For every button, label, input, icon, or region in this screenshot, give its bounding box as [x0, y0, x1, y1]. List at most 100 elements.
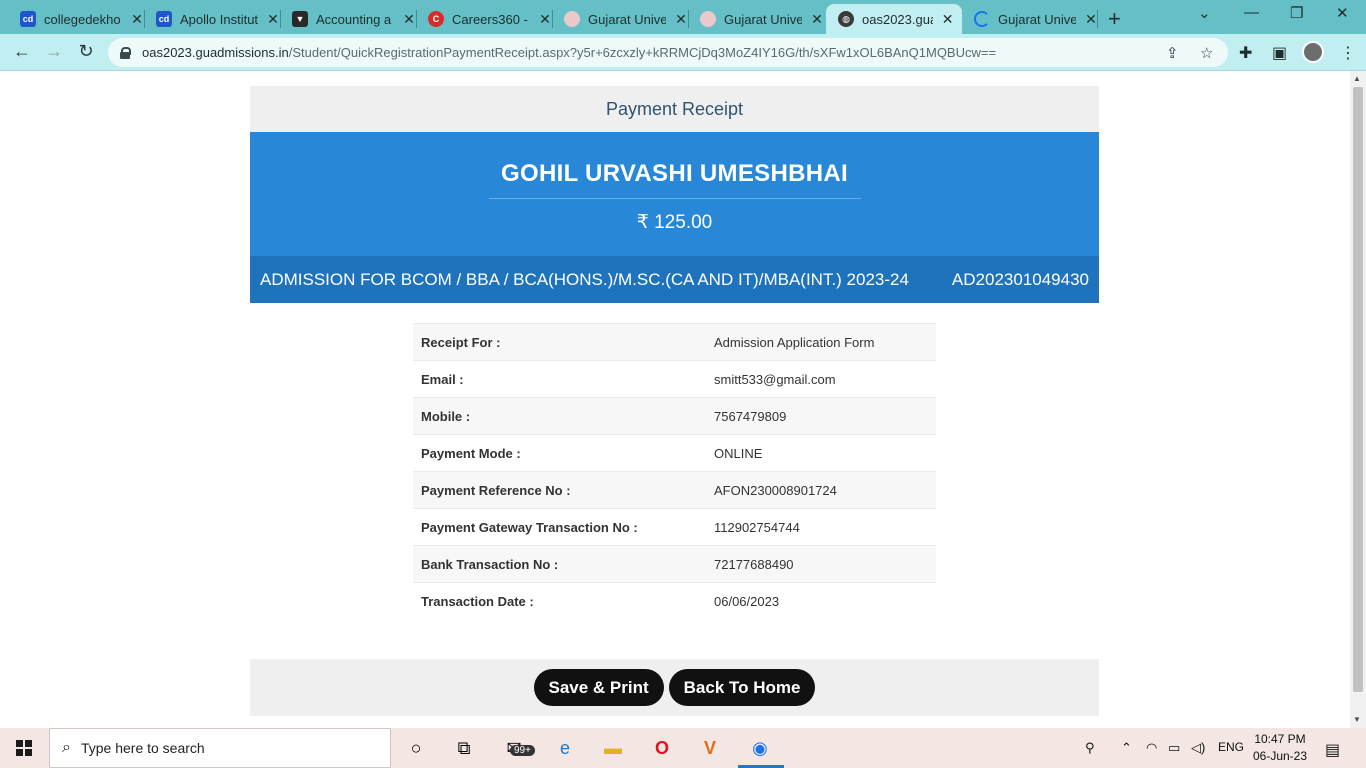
row-label: Receipt For :: [413, 323, 706, 361]
tab-divider: [1097, 10, 1098, 28]
vivaldi-icon[interactable]: V: [698, 736, 722, 760]
tab-oas2023-active[interactable]: ◍ oas2023.guad ✕: [826, 4, 962, 34]
table-row: Mobile :7567479809: [413, 397, 936, 435]
lock-icon[interactable]: [120, 47, 131, 59]
close-tab-icon[interactable]: ✕: [810, 11, 824, 28]
back-arrow-icon[interactable]: ←: [11, 41, 33, 62]
volume-icon[interactable]: ◁): [1191, 740, 1205, 756]
tab-collegedekho[interactable]: cd collegedekho ✕: [8, 4, 152, 34]
edge-browser-icon[interactable]: e: [553, 736, 577, 760]
chrome-icon[interactable]: ◉: [748, 736, 772, 760]
profile-avatar[interactable]: [1302, 41, 1324, 63]
side-panel-icon[interactable]: ▣: [1272, 43, 1287, 63]
student-summary-panel: GOHIL URVASHI UMESHBHAI ₹ 125.00: [250, 132, 1099, 256]
people-icon[interactable]: ⚲: [1085, 740, 1095, 756]
payment-receipt-card: Payment Receipt GOHIL URVASHI UMESHBHAI …: [250, 86, 1099, 303]
tab-apollo-institute[interactable]: cd Apollo Institute ✕: [144, 4, 288, 34]
table-row: Payment Mode : ONLINE: [413, 434, 936, 472]
restore-icon[interactable]: ❐: [1290, 4, 1303, 22]
receipt-heading: Payment Receipt: [250, 86, 1099, 132]
close-tab-icon[interactable]: ✕: [538, 11, 552, 28]
clock-date: 06-Jun-23: [1252, 749, 1308, 763]
close-tab-icon[interactable]: ✕: [941, 11, 954, 28]
tab-title: Careers360 -: [452, 11, 528, 27]
table-row: Transaction Date :06/06/2023: [413, 582, 936, 620]
table-row: Receipt For : Admission Application Form: [413, 323, 936, 361]
row-label: Payment Reference No :: [413, 471, 706, 509]
cortana-circle-icon[interactable]: ○: [404, 736, 428, 760]
close-tab-icon[interactable]: ✕: [674, 11, 688, 28]
tab-title: Accounting a: [316, 11, 392, 27]
receipt-actions: Save & Print Back To Home: [250, 659, 1099, 716]
file-explorer-icon[interactable]: ▬: [601, 736, 625, 760]
browser-tab-strip: cd collegedekho ✕ cd Apollo Institute ✕ …: [0, 0, 1366, 34]
scroll-up-arrow-icon[interactable]: ▲: [1353, 74, 1361, 83]
tab-title: oas2023.guad: [862, 11, 933, 27]
scrollbar-thumb[interactable]: [1353, 87, 1363, 692]
search-icon: ⌕: [62, 739, 71, 756]
system-clock[interactable]: 10:47 PM 06-Jun-23: [1252, 731, 1308, 765]
tab-gujarat-university-1[interactable]: Gujarat Unive ✕: [552, 4, 696, 34]
search-placeholder: Type here to search: [80, 740, 205, 756]
close-window-icon[interactable]: ✕: [1336, 4, 1349, 22]
close-tab-icon[interactable]: ✕: [266, 11, 280, 28]
seal-icon: [700, 11, 716, 27]
row-value: Admission Application Form: [706, 323, 936, 361]
new-tab-icon[interactable]: +: [1108, 6, 1121, 32]
row-value: 06/06/2023: [706, 582, 936, 620]
tab-title: collegedekho: [44, 11, 121, 27]
minimize-icon[interactable]: —: [1244, 4, 1259, 21]
globe-icon: ◍: [838, 11, 854, 27]
close-tab-icon[interactable]: ✕: [130, 11, 144, 28]
url-text[interactable]: oas2023.guadmissions.in/Student/QuickReg…: [142, 45, 996, 60]
extensions-puzzle-icon[interactable]: ✚: [1239, 43, 1252, 63]
row-value: smitt533@gmail.com: [706, 360, 936, 398]
careers-icon: C: [428, 11, 444, 27]
scroll-down-arrow-icon[interactable]: ▼: [1353, 715, 1361, 724]
browser-toolbar: ← → ↻ oas2023.guadmissions.in/Student/Qu…: [0, 34, 1366, 71]
windows-taskbar: ⌕ Type here to search ○ ⧉ ✉ e ▬ O V ◉ ⚲ …: [0, 728, 1366, 768]
table-row: Payment Gateway Transaction No :11290275…: [413, 508, 936, 546]
tab-gujarat-university-loading[interactable]: Gujarat Unive ✕: [962, 4, 1106, 34]
address-bar[interactable]: oas2023.guadmissions.in/Student/QuickReg…: [108, 38, 1228, 67]
windows-start-icon[interactable]: [16, 740, 32, 756]
close-tab-icon[interactable]: ✕: [1084, 11, 1098, 28]
battery-icon[interactable]: ▭: [1168, 740, 1180, 756]
row-label: Bank Transaction No :: [413, 545, 706, 583]
forward-arrow-icon[interactable]: →: [43, 41, 65, 62]
back-to-home-button[interactable]: Back To Home: [668, 669, 816, 706]
cd-icon: cd: [20, 11, 36, 27]
tab-gujarat-university-2[interactable]: Gujarat Unive ✕: [688, 4, 832, 34]
page-scrollbar[interactable]: ▲ ▼: [1350, 71, 1366, 728]
seal-icon: [564, 11, 580, 27]
more-menu-icon[interactable]: ⋮: [1340, 43, 1356, 63]
course-info-bar: ADMISSION FOR BCOM / BBA / BCA(HONS.)/M.…: [250, 256, 1099, 303]
show-hidden-icons-chevron[interactable]: ⌃: [1121, 740, 1132, 756]
row-value: ONLINE: [706, 434, 936, 472]
share-icon[interactable]: ⇪: [1166, 44, 1179, 62]
save-print-button[interactable]: Save & Print: [533, 669, 664, 706]
tab-search-chevron-icon[interactable]: ⌄: [1198, 4, 1211, 22]
row-value: 112902754744: [706, 508, 936, 546]
row-label: Transaction Date :: [413, 582, 706, 620]
receipt-details-table: Receipt For : Admission Application Form …: [413, 323, 936, 620]
bookmark-star-icon[interactable]: ☆: [1200, 44, 1213, 62]
close-tab-icon[interactable]: ✕: [402, 11, 416, 28]
divider: [488, 198, 861, 199]
tab-careers360[interactable]: C Careers360 - ✕: [416, 4, 560, 34]
taskbar-search-box[interactable]: ⌕ Type here to search: [49, 728, 391, 768]
language-indicator[interactable]: ENG: [1218, 740, 1244, 754]
reload-icon[interactable]: ↻: [75, 41, 97, 62]
mail-count-badge: 99+: [510, 745, 535, 756]
row-label: Mobile :: [413, 397, 706, 435]
application-number: AD202301049430: [951, 269, 1089, 289]
tab-accounting[interactable]: ▼ Accounting a ✕: [280, 4, 424, 34]
amount-paid: ₹ 125.00: [636, 212, 713, 233]
row-label: Payment Gateway Transaction No :: [413, 508, 706, 546]
wifi-icon[interactable]: ◠: [1146, 740, 1157, 756]
notifications-icon[interactable]: ▤: [1325, 740, 1340, 760]
row-value: 72177688490: [706, 545, 936, 583]
opera-icon[interactable]: O: [650, 736, 674, 760]
clock-time: 10:47 PM: [1254, 732, 1306, 746]
task-view-icon[interactable]: ⧉: [452, 736, 476, 760]
